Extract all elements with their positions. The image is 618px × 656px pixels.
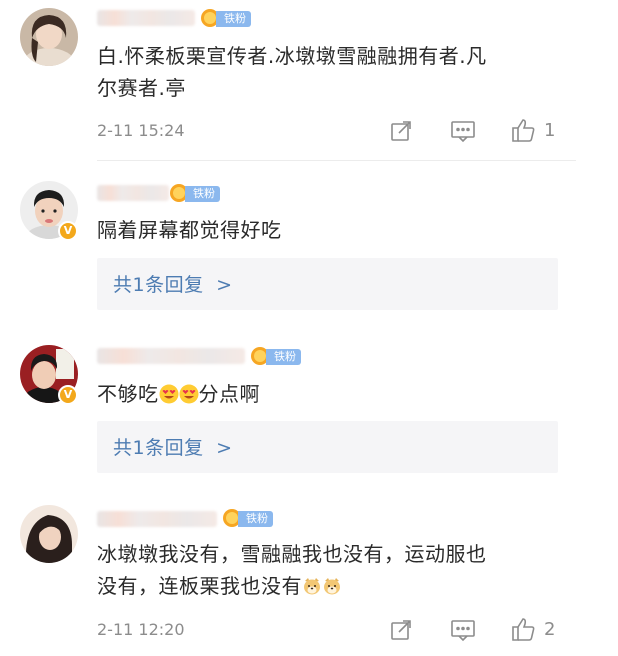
comment-button[interactable] xyxy=(450,119,476,143)
fan-badge-label: 铁粉 xyxy=(238,511,273,527)
reply-summary-text: 共1条回复 > xyxy=(113,270,233,297)
timestamp: 2-11 12:20 xyxy=(97,620,185,639)
comment-text-segment: 没有，连板栗我也没有 xyxy=(97,574,302,598)
reply-count-label: 共1条回复 xyxy=(113,274,204,296)
chevron-right-icon: > xyxy=(216,437,233,459)
avatar[interactable] xyxy=(20,8,78,66)
username[interactable] xyxy=(97,511,217,527)
like-button[interactable] xyxy=(510,616,536,642)
comment-text: 冰墩墩我没有，雪融融我也没有，运动服也 没有，连板栗我也没有 xyxy=(97,538,487,602)
doge-face-icon xyxy=(324,578,340,595)
like-count: 2 xyxy=(544,619,556,640)
divider xyxy=(97,160,576,161)
comment-icon xyxy=(451,121,475,143)
thumbs-up-icon xyxy=(512,618,535,641)
doge-face-icon xyxy=(304,578,320,595)
comment-icon xyxy=(451,620,475,642)
username[interactable] xyxy=(97,185,169,201)
thumbs-up-icon xyxy=(512,119,535,142)
reply-summary[interactable]: 共1条回复 > xyxy=(97,258,558,310)
heart-eyes-face-icon xyxy=(179,384,198,404)
verified-badge-icon: V xyxy=(58,221,78,241)
username[interactable] xyxy=(97,348,245,364)
timestamp: 2-11 15:24 xyxy=(97,121,185,140)
comment-button[interactable] xyxy=(450,618,476,642)
repost-button[interactable] xyxy=(389,618,413,642)
verified-badge-icon: V xyxy=(58,385,78,405)
comment-text-line: 尔赛者.亭 xyxy=(97,76,186,100)
comment-text: 白.怀柔板栗宣传者.冰墩墩雪融融拥有者.凡 尔赛者.亭 xyxy=(97,40,487,104)
fan-badge-label: 铁粉 xyxy=(185,186,220,202)
username[interactable] xyxy=(97,10,195,26)
heart-eyes-face-icon xyxy=(159,384,178,404)
comment-text-line: 冰墩墩我没有，雪融融我也没有，运动服也 xyxy=(97,542,487,566)
repost-icon xyxy=(391,121,411,141)
reply-summary-text: 共1条回复 > xyxy=(113,433,233,460)
like-count: 1 xyxy=(544,120,556,141)
comment-text: 不够吃 分点啊 xyxy=(97,378,260,410)
fan-badge-label: 铁粉 xyxy=(266,349,301,365)
repost-button[interactable] xyxy=(389,119,413,143)
reply-summary[interactable]: 共1条回复 > xyxy=(97,421,558,473)
like-button[interactable] xyxy=(510,117,536,143)
fan-badge-label: 铁粉 xyxy=(216,11,251,27)
repost-icon xyxy=(391,620,411,640)
comment-text-segment: 分点啊 xyxy=(198,382,260,406)
comment-text-segment: 不够吃 xyxy=(97,382,159,406)
chevron-right-icon: > xyxy=(216,274,233,296)
comment-text-line: 白.怀柔板栗宣传者.冰墩墩雪融融拥有者.凡 xyxy=(97,44,487,68)
comment-text: 隔着屏幕都觉得好吃 xyxy=(97,218,282,242)
comment-text-line: 没有，连板栗我也没有 xyxy=(97,570,487,602)
reply-count-label: 共1条回复 xyxy=(113,437,204,459)
avatar[interactable] xyxy=(20,505,78,563)
